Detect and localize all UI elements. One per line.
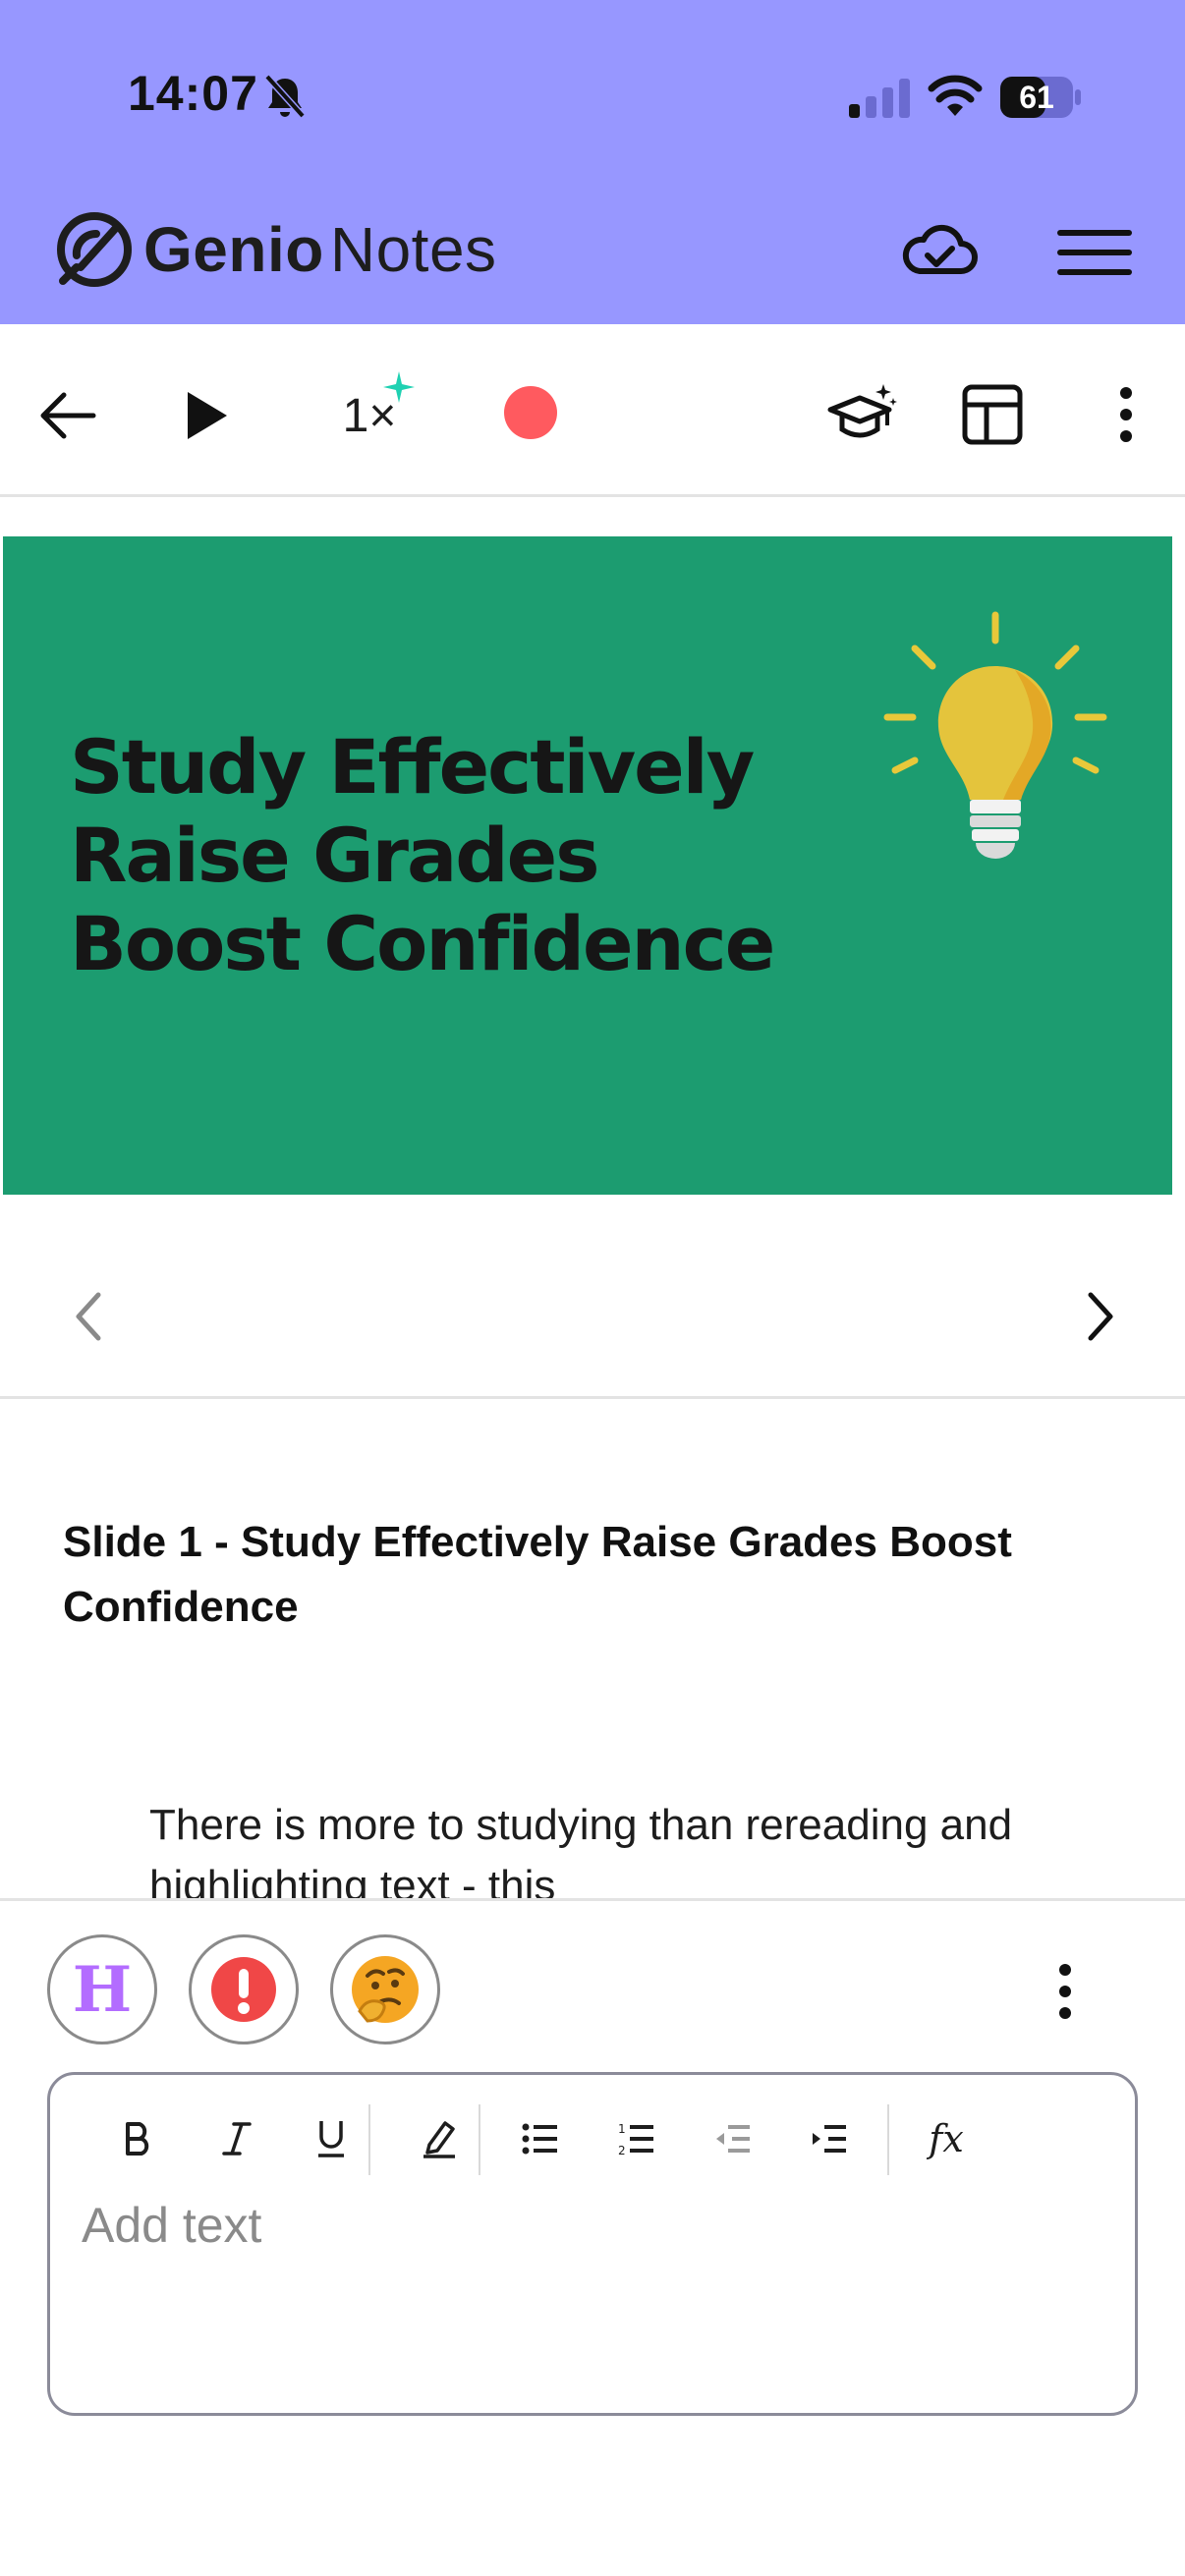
highlighter-pen-icon xyxy=(423,2121,455,2158)
status-time: 14:07 xyxy=(128,66,258,121)
svg-text:2: 2 xyxy=(618,2144,626,2156)
underline-button[interactable] xyxy=(302,2104,361,2173)
formula-label: fx xyxy=(929,2117,964,2160)
indent-button[interactable] xyxy=(799,2104,858,2173)
thinking-tag-button[interactable] xyxy=(330,1934,440,2044)
slide-preview[interactable]: Study Effectively Raise Grades Boost Con… xyxy=(3,536,1172,1195)
brand-name: GenioNotes xyxy=(143,213,497,286)
bold-icon xyxy=(126,2122,149,2156)
toolbar-divider xyxy=(368,2104,370,2175)
layout-button[interactable] xyxy=(955,377,1030,452)
numbered-list-icon: 1 2 xyxy=(618,2122,653,2156)
more-vertical-icon xyxy=(1120,387,1132,442)
italic-button[interactable] xyxy=(207,2104,266,2173)
play-icon xyxy=(188,392,227,439)
layout-panels-icon xyxy=(962,384,1023,445)
bullet-list-icon xyxy=(522,2123,557,2155)
record-button[interactable] xyxy=(499,381,562,444)
cloud-sync-icon[interactable] xyxy=(900,218,979,281)
panel-more-vertical-icon[interactable] xyxy=(1045,1960,1085,2023)
lecture-toolbar: 1× xyxy=(0,324,1185,497)
note-editor[interactable]: 1 2 fx Add text xyxy=(47,2072,1138,2416)
note-body: There is more to studying than rereading… xyxy=(149,1801,1013,1898)
wifi-icon xyxy=(928,75,983,116)
indent-icon xyxy=(813,2125,846,2153)
bold-button[interactable] xyxy=(109,2104,168,2173)
underline-icon xyxy=(318,2121,344,2157)
battery-indicator: 61 xyxy=(1000,77,1081,118)
note-input-panel: H 1 2 fx Add text xyxy=(0,1898,1185,2576)
slide-navigation xyxy=(0,1195,1185,1399)
brand-logo: GenioNotes xyxy=(53,208,497,291)
brand-name-light: Notes xyxy=(329,214,497,285)
more-options-button[interactable] xyxy=(1099,377,1154,452)
svg-text:1: 1 xyxy=(618,2122,626,2136)
lightbulb-icon xyxy=(883,611,1107,859)
outdent-icon xyxy=(716,2125,750,2153)
hamburger-menu-icon[interactable] xyxy=(1057,228,1132,277)
slide-title-line: Study Effectively xyxy=(70,723,755,811)
numbered-list-button[interactable]: 1 2 xyxy=(606,2104,665,2173)
italic-icon xyxy=(222,2122,252,2156)
arrow-left-icon xyxy=(40,392,96,439)
app-header: 14:07 61 GenioNotes xyxy=(0,0,1185,324)
note-heading: Slide 1 - Study Effectively Raise Grades… xyxy=(63,1518,1012,1631)
cellular-signal-icon xyxy=(849,79,910,118)
heading-tag-label: H xyxy=(72,1952,133,2027)
brand-name-bold: Genio xyxy=(143,214,324,285)
chevron-right-icon[interactable] xyxy=(1075,1287,1124,1346)
back-button[interactable] xyxy=(33,381,102,450)
highlight-button[interactable] xyxy=(410,2104,469,2173)
toolbar-divider xyxy=(887,2104,889,2175)
study-mode-button[interactable] xyxy=(823,377,902,452)
formula-button[interactable]: fx xyxy=(917,2104,976,2173)
note-text-input[interactable]: Add text xyxy=(82,2197,261,2254)
playback-speed-button[interactable]: 1× xyxy=(320,371,419,450)
slide-title: Study Effectively Raise Grades Boost Con… xyxy=(70,723,775,988)
genio-logo-icon xyxy=(57,212,132,287)
chevron-left-icon[interactable] xyxy=(65,1287,114,1346)
exclamation-icon xyxy=(211,1957,276,2022)
battery-level: 61 xyxy=(1019,79,1054,115)
bullet-list-button[interactable] xyxy=(510,2104,569,2173)
bell-muted-icon xyxy=(264,74,306,119)
sparkle-icon xyxy=(383,371,415,403)
notes-area[interactable]: Slide 1 - Study Effectively Raise Grades… xyxy=(0,1402,1185,1898)
slide-title-line: Boost Confidence xyxy=(70,900,775,987)
toolbar-divider xyxy=(479,2104,480,2175)
graduation-cap-icon xyxy=(827,384,897,438)
heading-tag-button[interactable]: H xyxy=(47,1934,157,2044)
play-button[interactable] xyxy=(173,381,242,450)
thinking-face-icon xyxy=(352,1956,419,2023)
record-icon xyxy=(504,386,557,439)
slide-title-line: Raise Grades xyxy=(70,812,599,899)
important-tag-button[interactable] xyxy=(189,1934,299,2044)
outdent-button[interactable] xyxy=(703,2104,762,2173)
